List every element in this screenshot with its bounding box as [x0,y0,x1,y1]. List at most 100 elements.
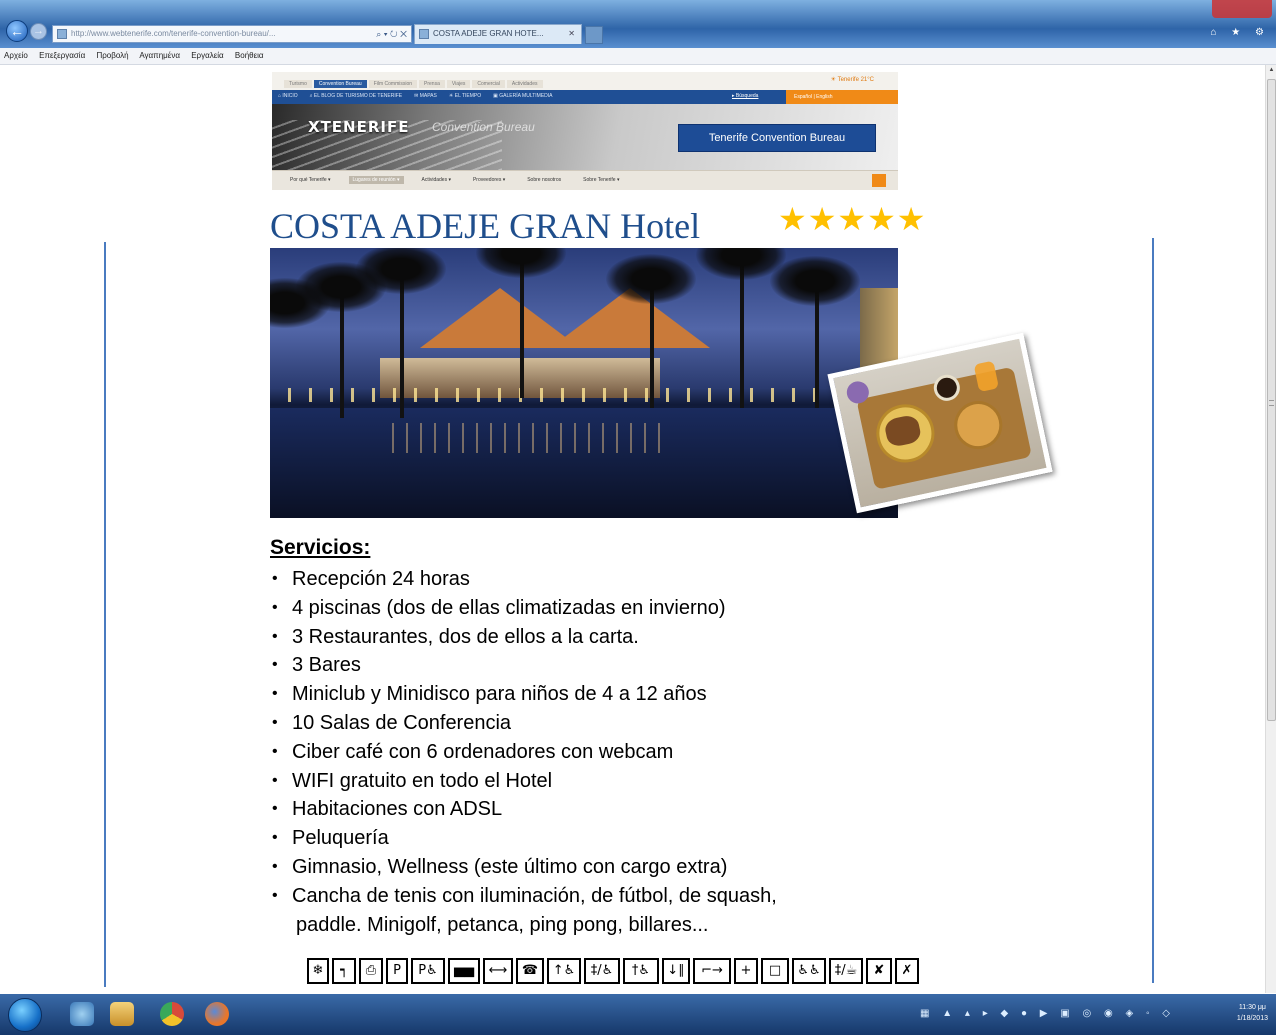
address-controls[interactable]: ⌕ ▾ ↻ ✕ [376,26,407,42]
subnav-item: Sobre Tenerife ▾ [583,177,620,183]
services-heading: Servicios: [270,536,371,559]
palm-fronds [606,254,696,304]
palm-fronds [476,248,566,278]
twin-bed-icon: ⟷ [483,958,513,984]
parking-icon: P [386,958,408,984]
banner-nav-item: ☀ EL TIEMPO [448,93,482,99]
banner-weather: ☀ Tenerife 21°C [830,77,874,83]
convention-bureau-banner: Turismo Convention Bureau Film Commission P… [272,72,898,192]
double-bed-icon: ▅▅ [448,958,480,984]
service-item: • Peluquería [272,827,389,850]
service-item: • 3 Bares [272,654,361,677]
accessible-bar-icon: ‡/♿ [584,958,620,984]
hero-title-box: Tenerife Convention Bureau [678,124,876,152]
subnav-item: Sobre nosotros [527,177,562,183]
subnav-item: Por qué Tenerife ▾ [290,177,331,183]
tab-title: COSTA ADEJE GRAN HOTE... [433,29,544,38]
banner-hero: XTENERIFE Convention Bureau Tenerife Con… [272,104,898,170]
cafe-icon: ‡/☕ [829,958,863,984]
hotel-title: COSTA ADEJE GRAN Hotel [270,206,701,246]
window-controls[interactable] [1212,0,1272,18]
banner-tabs: Turismo Convention Bureau Film Commission P… [284,80,545,88]
arrow-right-icon: → [33,25,44,37]
minibar-icon: ↓∥ [662,958,690,984]
page-icon [419,29,429,39]
menu-file[interactable]: Αρχείο [4,51,28,60]
grip-icon [1269,400,1274,406]
tv-phone-icon: ☎ [516,958,544,984]
banner-nav-item: ⌂ INICIO [278,93,298,99]
forward-button[interactable]: → [30,23,47,40]
service-item: • 3 Restaurantes, dos de ellos a la carta… [272,625,639,648]
scroll-up-icon[interactable]: ▲ [1266,67,1276,77]
start-button[interactable] [8,998,42,1032]
no-pets-icon: ✗ [895,958,919,984]
firefox-icon[interactable] [205,1002,229,1026]
first-aid-icon: + [734,958,758,984]
service-item: • Recepción 24 horas [272,568,470,590]
services-list: • Recepción 24 horas • 4 piscinas (dos de … [272,565,777,939]
menu-help[interactable]: Βοήθεια [235,51,264,60]
taskbar-clock[interactable]: 11:30 μμ 1/18/2013 [1237,1002,1268,1024]
system-tray[interactable]: ▦ ▲ ▴ ▸ ◆ ● ▶ ▣ ◎ ◉ ◈ ◦ ◇ [920,1008,1175,1019]
address-bar[interactable]: http://www.webtenerife.com/tenerife-conv… [52,25,412,43]
chrome-icon[interactable] [160,1002,184,1026]
hero-tagline: Convention Bureau [432,120,535,134]
banner-subnav: Por qué Tenerife ▾ Lugares de reunión ▾ Ac… [272,170,898,190]
subnav-item: Proveedores ▾ [472,177,506,183]
banner-tab: Comercial [472,80,505,88]
menu-favorites[interactable]: Αγαπημένα [139,51,180,60]
arrow-left-icon: ← [10,23,24,39]
banner-subnav-items: Por qué Tenerife ▾ Lugares de reunión ▾ Ac… [286,176,637,184]
address-text: http://www.webtenerife.com/tenerife-conv… [71,29,276,38]
menu-view[interactable]: Προβολή [96,51,128,60]
banner-nav-item: ✉ MAPAS [414,93,437,99]
back-button[interactable]: ← [6,20,28,42]
page-icon [57,29,67,39]
menu-bar: Αρχείο Επεξεργασία Προβολή Αγαπημένα Εργ… [0,48,1276,65]
service-item: • Gimnasio, Wellness (este último con car… [272,855,728,878]
close-tab-icon[interactable]: ✕ [568,25,575,43]
photo-lights [270,388,898,402]
beach-lounger-icon: ⌐→ [693,958,731,984]
banner-tab-active: Convention Bureau [313,80,367,88]
internet-explorer-icon[interactable] [70,1002,94,1026]
accessible-restaurant-icon: †♿ [623,958,659,984]
scroll-thumb[interactable] [1267,79,1276,721]
banner-top-bar: Turismo Convention Bureau Film Commission P… [272,72,898,90]
service-item: • Habitaciones con ADSL [272,798,503,821]
vertical-scrollbar[interactable]: ▲ [1265,65,1276,993]
service-item: • 4 piscinas (dos de ellas climatizadas e… [272,596,726,619]
slide-right-rule [1152,238,1154,983]
banner-tab: Turismo [284,80,312,88]
tenerife-logo: XTENERIFE [308,118,410,136]
browser-toolbar-icons[interactable]: ⌂ ★ ⚙ [1210,27,1270,38]
banner-nav-item: ▣ GALERÍA MULTIMEDIA [493,93,553,99]
amenity-icons: ❄ ┑ ⎙ P P♿ ▅▅ ⟷ ☎ ↑♿ ‡/♿ †♿ ↓∥ ⌐→ + □ ♿♿ ‡/☕ ✘ ✗ [307,958,922,984]
service-item: • Miniclub y Minidisco para niños de 4 a … [272,683,707,706]
wheelchair-access-icon: ♿♿ [792,958,826,984]
slide-left-rule [104,242,106,987]
windows-taskbar: ▦ ▲ ▴ ▸ ◆ ● ▶ ▣ ◎ ◉ ◈ ◦ ◇ 11:30 μμ 1/18/… [0,994,1276,1035]
television-icon: □ [761,958,789,984]
hotel-pool-photo [270,248,898,518]
banner-nav-items: ⌂ INICIO ⌕ EL BLOG DE TURISMO DE TENERIFE… [278,93,565,99]
tab-costa-adeje[interactable]: COSTA ADEJE GRAN HOTE... ✕ [414,24,582,44]
service-item: • Cancha de tenis con iluminación, de fút… [272,884,777,936]
banner-nav-item: ⌕ EL BLOG DE TURISMO DE TENERIFE [309,93,403,99]
banner-language: Español | English [786,90,898,104]
service-item: • Ciber café con 6 ordenadores con webcam [272,740,674,763]
folder-icon[interactable] [110,1002,134,1026]
subnav-item: Actividades ▾ [421,177,451,183]
air-conditioning-icon: ❄ [307,958,329,984]
subnav-item-active: Lugares de reunión ▾ [348,176,404,184]
banner-tab: Prensa [419,80,445,88]
photo-reflection [380,423,660,453]
banner-tab: Film Commission [368,80,418,88]
menu-edit[interactable]: Επεξεργασία [39,51,85,60]
new-tab-button[interactable] [585,26,603,44]
menu-tools[interactable]: Εργαλεία [191,51,223,60]
star-rating: ★★★★★ [778,200,927,238]
palm-fronds [770,256,860,306]
banner-search-link: ▸ Búsqueda [732,93,759,99]
